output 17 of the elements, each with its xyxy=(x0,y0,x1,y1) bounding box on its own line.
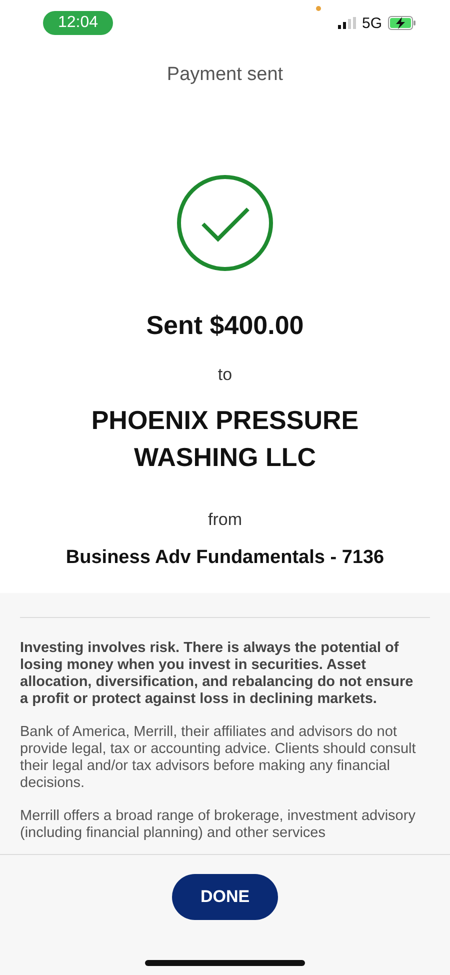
indicator-dot-icon xyxy=(316,6,321,11)
amount-text: Sent $400.00 xyxy=(145,310,305,341)
screen-title: Payment sent xyxy=(166,64,284,86)
payee-name: PHOENIX PRESSURE WASHING LLC xyxy=(90,404,360,474)
battery-charging-icon xyxy=(388,16,416,30)
clock-time: 12:04 xyxy=(43,11,114,35)
signal-icon xyxy=(338,17,356,29)
account-name: Business Adv Fundamentals - 7136 xyxy=(64,547,386,569)
from-label: from xyxy=(207,510,243,530)
disclosure-paragraph: Bank of America, Merrill, their affiliates and advisors do not provide legal, tax or accounting advice. Clients should consult their legal and/or tax advisors before making any financial decisions. xyxy=(20,724,417,792)
disclosure-paragraph: Merrill offers a broad range of brokerage, investment advisory (including financial planning) and other services xyxy=(20,808,416,842)
disclosure-paragraph: Investing involves risk. There is always the potential of losing money when you invest in securities. Asset allocation, diversification, and rebalancing do not ensure a profit or protect against loss in declining markets. xyxy=(20,640,414,708)
home-indicator[interactable] xyxy=(145,960,305,966)
to-label: to xyxy=(216,365,234,385)
done-button[interactable]: DONE xyxy=(172,874,278,920)
network-label: 5G xyxy=(362,14,382,32)
check-circle-icon xyxy=(176,174,274,272)
